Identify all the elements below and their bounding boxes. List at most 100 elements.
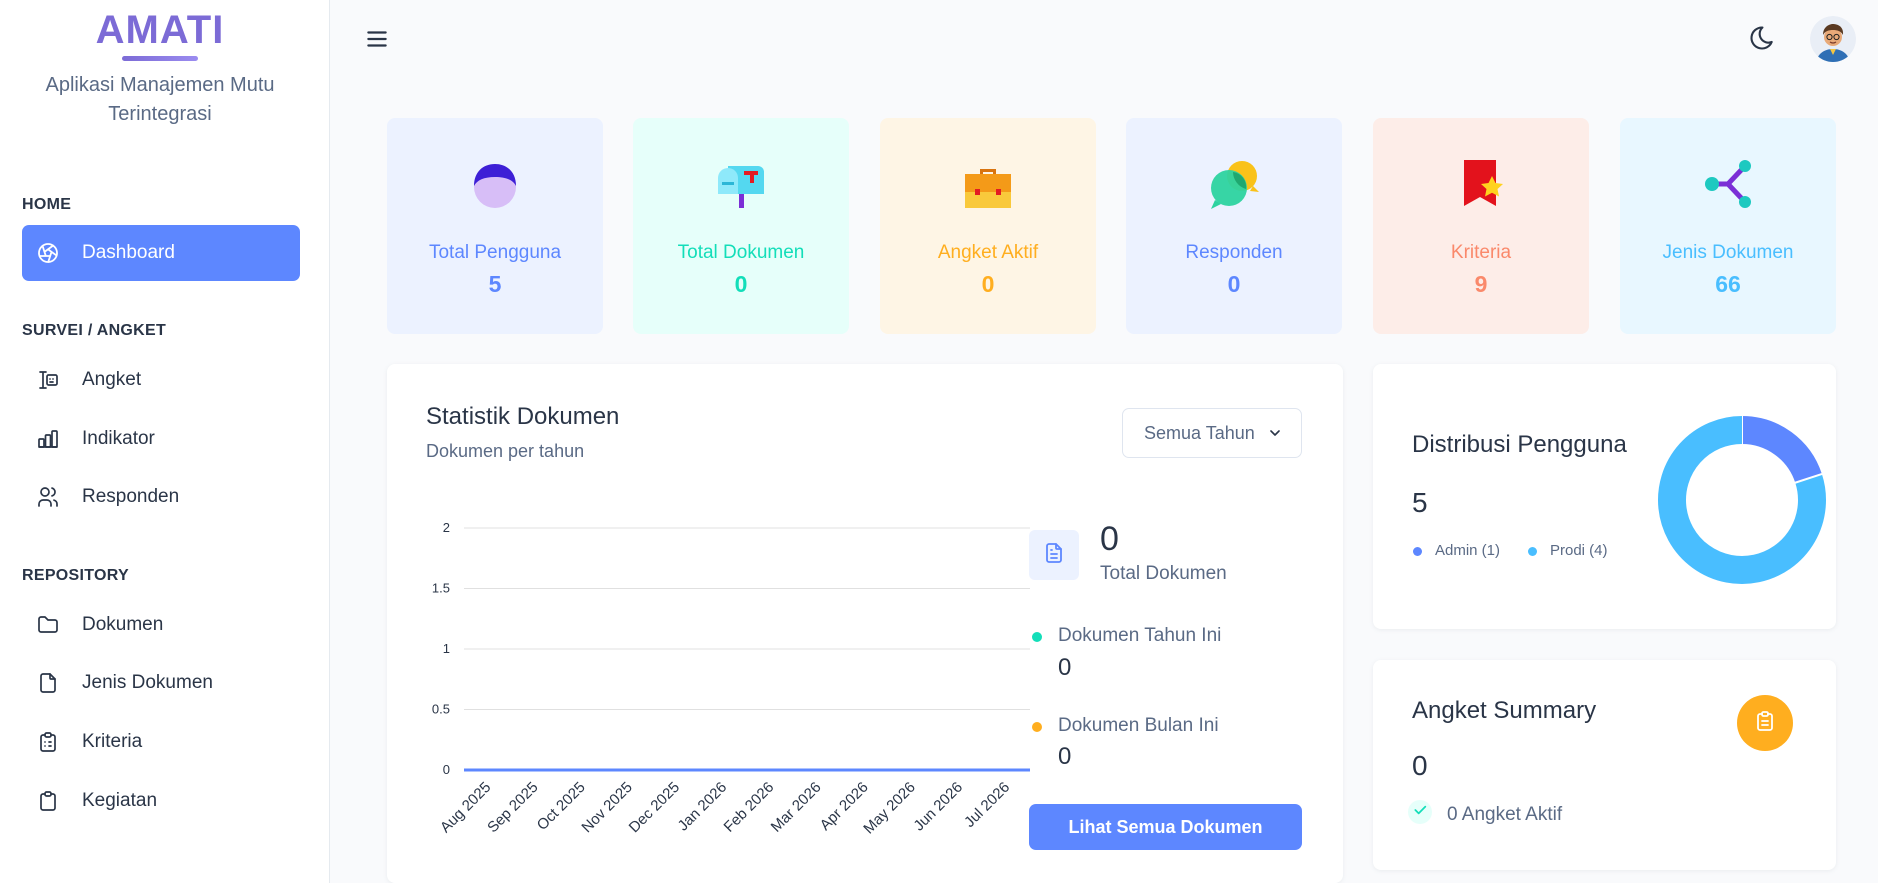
sidebar-item-dokumen[interactable]: Dokumen [22,597,300,653]
stat-card-kriteria[interactable]: Kriteria 9 [1373,118,1589,334]
stat-card-total-pengguna[interactable]: Total Pengguna 5 [387,118,603,334]
tahun-ini-label: Dokumen Tahun Ini [1058,625,1222,646]
stat-value: 9 [1474,271,1488,297]
stat-label: Kriteria [1450,242,1512,263]
statistik-subtitle: Dokumen per tahun [426,441,585,461]
y-tick-label: 0.5 [432,702,450,717]
file-text-icon [1042,541,1066,570]
bulan-ini-dot [1032,722,1042,732]
brand-subtitle-line2: Terintegrasi [108,103,212,125]
sidebar-item-label: Responden [82,486,180,507]
total-dokumen-value: 0 [1100,520,1119,558]
x-tick-label: Nov 2025 [578,779,635,836]
flag-star-icon [1456,158,1506,210]
statistik-title: Statistik Dokumen [426,403,620,430]
bulan-ini-label: Dokumen Bulan Ini [1058,715,1219,736]
stat-value: 0 [734,271,748,297]
x-tick-label: Feb 2026 [721,779,778,836]
stat-value: 5 [488,271,502,297]
x-tick-label: Aug 2025 [437,779,494,836]
sidebar-item-responden[interactable]: Responden [22,469,300,525]
legend-dot-prodi [1528,547,1537,556]
chart-bar-icon [36,427,60,451]
stat-label: Responden [1185,242,1283,263]
distribusi-title: Distribusi Pengguna [1412,431,1627,458]
stat-label: Total Dokumen [677,242,805,263]
summary-title: Angket Summary [1412,697,1597,724]
sidebar-item-label: Indikator [82,428,155,449]
check-icon [1412,802,1428,823]
tahun-ini-dot [1032,632,1042,642]
statistik-line-chart: 00.511.52Aug 2025Sep 2025Oct 2025Nov 202… [432,520,1030,838]
lihat-semua-dokumen-button[interactable]: Lihat Semua Dokumen [1029,804,1302,850]
moon-icon[interactable] [1748,24,1776,52]
y-tick-label: 0 [443,762,450,777]
brand-logo-text[interactable]: AMATI [0,8,320,52]
file-icon [36,671,60,695]
nav-section-repository: REPOSITORY [22,567,130,584]
stat-value: 66 [1715,271,1741,297]
stat-label: Angket Aktif [937,242,1039,263]
x-tick-label: Jul 2026 [961,779,1013,831]
clipboard-list-icon [36,730,60,754]
distribusi-total: 5 [1412,487,1428,518]
nav-section-home: HOME [22,196,72,213]
sidebar: AMATI Aplikasi Manajemen Mutu Terintegra… [0,0,330,883]
sidebar-item-jenis-dokumen[interactable]: Jenis Dokumen [22,655,300,711]
brand: AMATI Aplikasi Manajemen Mutu Terintegra… [0,8,320,129]
panel-angket-summary [1373,660,1836,870]
x-tick-label: Jun 2026 [910,779,966,835]
x-tick-label: Sep 2025 [484,779,541,836]
stat-card-jenis-dokumen[interactable]: Jenis Dokumen 66 [1620,118,1836,334]
tahun-ini-value: 0 [1058,654,1072,681]
brand-subtitle: Aplikasi Manajemen Mutu Terintegrasi [0,71,320,129]
folder-icon [36,613,60,637]
y-tick-label: 1 [443,641,450,656]
nav-section-survei: SURVEI / ANGKET [22,322,167,339]
chevron-down-icon [1267,425,1283,441]
legend-dot-admin [1413,547,1422,556]
legend-label-prodi: Prodi (4) [1550,542,1608,559]
donut-slice [1741,416,1822,484]
year-filter-select[interactable]: Semua Tahun [1122,408,1302,458]
sidebar-item-label: Kegiatan [82,790,158,811]
x-tick-label: Dec 2025 [626,779,683,836]
stat-label: Total Pengguna [428,242,562,263]
stat-card-total-dokumen[interactable]: Total Dokumen 0 [633,118,849,334]
sidebar-item-indikator[interactable]: Indikator [22,411,300,467]
stat-card-angket-aktif[interactable]: Angket Aktif 0 [880,118,1096,334]
briefcase-icon [963,158,1013,210]
clipboard-icon [36,789,60,813]
chat-bubbles-icon [1209,158,1259,210]
document-badge [1029,530,1079,580]
aperture-icon [36,241,60,265]
brand-underline [122,56,198,61]
year-filter-value: Semua Tahun [1144,422,1255,443]
mailbox-icon [716,158,766,210]
sidebar-item-label: Jenis Dokumen [82,672,213,693]
check-badge [1408,800,1432,824]
y-tick-label: 2 [443,520,450,535]
sidebar-item-kegiatan[interactable]: Kegiatan [22,773,300,829]
sidebar-item-angket[interactable]: Angket [22,352,300,408]
sidebar-item-label: Dokumen [82,614,164,635]
sidebar-item-label: Kriteria [82,731,143,752]
distribusi-donut-chart [1658,415,1826,584]
sidebar-item-dashboard[interactable]: Dashboard [22,225,300,281]
sidebar-item-kriteria[interactable]: Kriteria [22,714,300,770]
user-avatar[interactable] [1810,16,1856,62]
user-icon [470,158,520,210]
users-icon [36,485,60,509]
stat-card-responden[interactable]: Responden 0 [1126,118,1342,334]
x-tick-label: May 2026 [860,779,919,838]
brand-subtitle-line1: Aplikasi Manajemen Mutu [45,74,275,96]
legend-label-admin: Admin (1) [1435,542,1501,559]
sidebar-item-label: Angket [82,369,142,390]
clipboard-icon [1753,709,1777,738]
bulan-ini-value: 0 [1058,743,1072,770]
summary-active-label: 0 Angket Aktif [1447,804,1563,825]
menu-icon[interactable] [364,26,390,52]
total-dokumen-label: Total Dokumen [1100,563,1227,584]
survey-icon [36,368,60,392]
share-icon [1703,158,1753,210]
